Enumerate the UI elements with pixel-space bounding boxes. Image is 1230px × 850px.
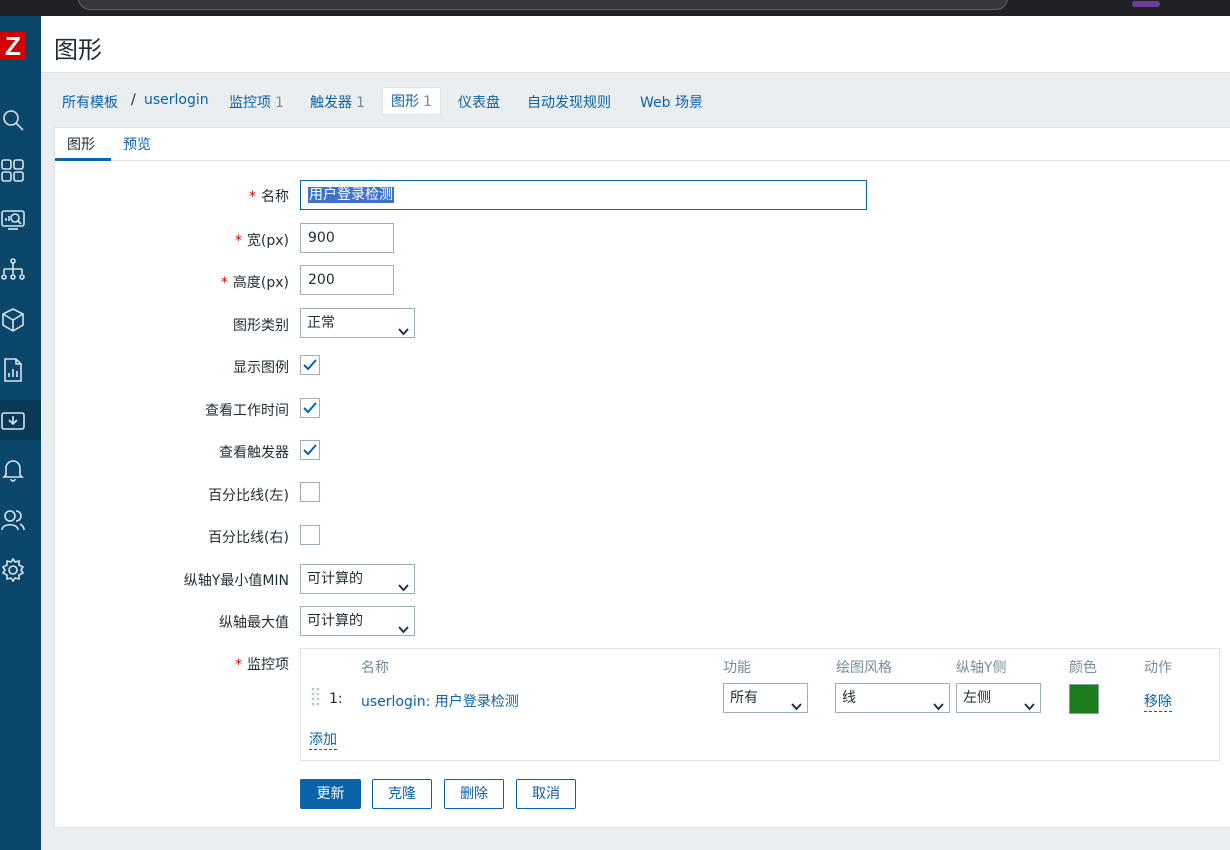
chevron-down-icon xyxy=(398,616,409,634)
show-triggers-label: 查看触发器 xyxy=(219,445,289,461)
active-tab-indicator xyxy=(55,158,111,161)
services-icon[interactable] xyxy=(0,250,41,290)
zabbix-logo[interactable]: Z xyxy=(0,32,26,60)
items-label: * 监控项 xyxy=(235,657,289,673)
chevron-down-icon xyxy=(398,318,409,336)
checkmark-icon xyxy=(303,402,317,414)
height-field[interactable]: 200 xyxy=(300,265,394,295)
address-bar[interactable] xyxy=(78,0,1008,10)
item-color-picker[interactable] xyxy=(1069,684,1099,714)
breadcrumb-triggers-label: 触发器 xyxy=(310,95,352,111)
ymax-label: 纵轴最大值 xyxy=(219,615,289,631)
width-field[interactable]: 900 xyxy=(300,223,394,253)
graph-form-panel: 图形 预览 * 名称 用户登录检测 * 宽(px) 900 * 高度(px) 200 … xyxy=(54,127,1230,828)
show-legend-checkbox[interactable] xyxy=(300,355,320,375)
inventory-icon[interactable] xyxy=(0,300,41,340)
breadcrumb-separator: / xyxy=(131,92,136,108)
data-collection-icon[interactable] xyxy=(0,400,41,440)
breadcrumb-dashboards[interactable]: 仪表盘 xyxy=(458,92,500,112)
percentile-left-label: 百分比线(左) xyxy=(208,488,289,504)
show-work-period-label: 查看工作时间 xyxy=(205,403,289,419)
page-header: 图形 xyxy=(41,16,1230,73)
item-remove-link[interactable]: 移除 xyxy=(1144,691,1172,712)
breadcrumb-web[interactable]: Web 场景 xyxy=(640,92,703,112)
tab-graph[interactable]: 图形 xyxy=(67,134,95,154)
percentile-left-checkbox[interactable] xyxy=(300,482,320,502)
item-function-select[interactable]: 所有 xyxy=(723,683,808,713)
clone-button[interactable]: 克隆 xyxy=(372,779,432,809)
breadcrumb-graphs[interactable]: 图形 1 xyxy=(382,87,441,115)
checkmark-icon xyxy=(303,359,317,371)
breadcrumb-graphs-count: 1 xyxy=(423,94,432,110)
col-header-name: 名称 xyxy=(361,660,389,676)
percentile-right-label: 百分比线(右) xyxy=(208,530,289,546)
chevron-down-icon xyxy=(1024,693,1035,711)
name-field[interactable]: 用户登录检测 xyxy=(300,180,867,210)
col-header-function: 功能 xyxy=(723,660,751,676)
dashboard-icon[interactable] xyxy=(0,150,41,190)
breadcrumb-graphs-label: 图形 xyxy=(391,94,419,110)
row-index: 1: xyxy=(329,691,343,707)
graph-type-select[interactable]: 正常 xyxy=(300,308,415,338)
reports-icon[interactable] xyxy=(0,350,41,390)
ymax-select[interactable]: 可计算的 xyxy=(300,606,415,636)
breadcrumb-discovery[interactable]: 自动发现规则 xyxy=(527,92,611,112)
name-label: * 名称 xyxy=(249,189,289,205)
breadcrumb: 所有模板 / userlogin 监控项 1 触发器 1 图形 1 仪表盘 自动发现规… xyxy=(41,73,1230,127)
sidebar: Z xyxy=(0,16,41,850)
browser-toolbar xyxy=(0,0,1230,16)
breadcrumb-triggers-count: 1 xyxy=(356,95,365,111)
show-triggers-checkbox[interactable] xyxy=(300,440,320,460)
add-item-link[interactable]: 添加 xyxy=(309,729,337,750)
breadcrumb-items[interactable]: 监控项 1 xyxy=(229,92,284,112)
users-icon[interactable] xyxy=(0,500,41,540)
delete-button[interactable]: 删除 xyxy=(444,779,504,809)
graph-type-label: 图形类别 xyxy=(233,318,289,334)
ymin-select[interactable]: 可计算的 xyxy=(300,564,415,594)
monitoring-icon[interactable] xyxy=(0,200,41,240)
drag-handle-icon[interactable] xyxy=(311,687,321,709)
update-button[interactable]: 更新 xyxy=(300,779,361,809)
show-work-period-checkbox[interactable] xyxy=(300,398,320,418)
alerts-bell-icon[interactable] xyxy=(0,450,41,490)
page-title: 图形 xyxy=(54,36,102,64)
width-label: * 宽(px) xyxy=(234,233,289,249)
breadcrumb-items-count: 1 xyxy=(275,95,284,111)
chevron-down-icon xyxy=(398,574,409,592)
col-header-draw-style: 绘图风格 xyxy=(836,660,892,676)
tab-preview[interactable]: 预览 xyxy=(123,134,151,154)
percentile-right-checkbox[interactable] xyxy=(300,525,320,545)
form-tabs: 图形 预览 xyxy=(55,128,1230,161)
search-icon[interactable] xyxy=(0,100,41,140)
col-header-action: 动作 xyxy=(1144,660,1172,676)
item-name-link[interactable]: userlogin: 用户登录检测 xyxy=(361,691,519,711)
checkmark-icon xyxy=(303,444,317,456)
cancel-button[interactable]: 取消 xyxy=(516,779,576,809)
chevron-down-icon xyxy=(933,693,944,711)
col-header-y-side: 纵轴Y侧 xyxy=(956,660,1007,676)
profile-icon[interactable] xyxy=(1132,1,1160,7)
settings-gear-icon[interactable] xyxy=(0,550,41,590)
item-y-side-select[interactable]: 左侧 xyxy=(956,683,1041,713)
breadcrumb-all-templates[interactable]: 所有模板 xyxy=(62,92,118,112)
chevron-down-icon xyxy=(791,693,802,711)
breadcrumb-triggers[interactable]: 触发器 1 xyxy=(310,92,365,112)
item-draw-style-select[interactable]: 线 xyxy=(835,683,950,713)
height-label: * 高度(px) xyxy=(220,275,289,291)
breadcrumb-items-label: 监控项 xyxy=(229,95,271,111)
show-legend-label: 显示图例 xyxy=(233,360,289,376)
ymin-label: 纵轴Y最小值MIN xyxy=(183,573,289,589)
graph-items-table: 名称 功能 绘图风格 纵轴Y侧 颜色 动作 1: userlogin: 用户登录… xyxy=(300,648,1220,761)
col-header-color: 颜色 xyxy=(1069,660,1097,676)
breadcrumb-template[interactable]: userlogin xyxy=(144,92,209,108)
